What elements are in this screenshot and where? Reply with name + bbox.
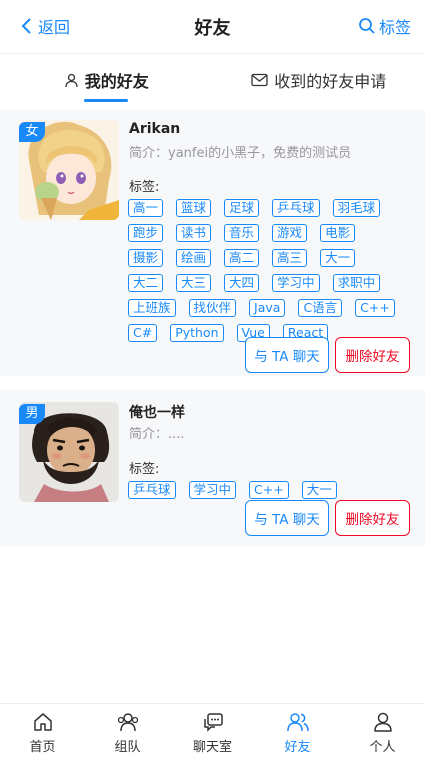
- tag: 大一: [320, 249, 356, 267]
- friend-name: Arikan: [129, 121, 181, 137]
- tag: 大一: [301, 481, 337, 499]
- tag: 高二: [224, 249, 260, 267]
- tag: 乒乓球: [272, 199, 320, 217]
- tag: 电影: [320, 224, 356, 242]
- tabbar-item-home[interactable]: 首页: [0, 704, 85, 761]
- tag: 羽毛球: [332, 199, 381, 217]
- tab-friend-requests[interactable]: 收到的好友申请: [213, 55, 425, 105]
- tabbar-item-profile[interactable]: 个人: [340, 704, 425, 761]
- gender-badge: 女: [19, 122, 45, 142]
- tag: 求职中: [332, 274, 381, 292]
- tag: 乒乓球: [128, 481, 176, 499]
- tag: 大二: [128, 274, 164, 292]
- tabbar-item-chat-room[interactable]: 聊天室: [170, 704, 255, 761]
- search-icon: [359, 18, 375, 34]
- card-divider: [0, 376, 425, 390]
- tag: C#: [128, 324, 158, 342]
- nav-bar: 返回 好友 标签: [0, 0, 425, 54]
- tag: C++: [355, 299, 395, 317]
- friend-bio: 简介：yanfei的小黑子，免费的测试员: [129, 146, 352, 161]
- delete-friend-button[interactable]: 删除好友: [335, 500, 410, 536]
- tag: Java: [249, 299, 286, 317]
- tag: 高三: [272, 249, 308, 267]
- tag-list: 高一 篮球 足球 乒乓球 羽毛球 跑步 读书 音乐 游戏 电影 摄影 绘画 高二…: [128, 199, 413, 349]
- team-icon: [117, 712, 138, 731]
- chat-button[interactable]: 与 TA 聊天: [245, 500, 329, 536]
- back-label: 返回: [38, 18, 71, 37]
- tabbar-label: 个人: [369, 739, 396, 755]
- tag-search-button[interactable]: 标签: [358, 14, 411, 38]
- tag: C++: [249, 481, 289, 499]
- tag: 游戏: [272, 224, 308, 242]
- tag: 大三: [176, 274, 212, 292]
- tabbar-label: 首页: [29, 739, 56, 755]
- tabbar-label: 组队: [114, 739, 141, 755]
- tag: 跑步: [128, 224, 164, 242]
- home-icon: [33, 712, 52, 731]
- tag: 学习中: [272, 274, 320, 292]
- tags-label: 标签:: [129, 462, 160, 477]
- bottom-tab-bar: 首页 组队 聊天室 好友 个人: [0, 703, 425, 761]
- friend-card[interactable]: 男 俺也一样 简介：.... 标签: 乒乓球 学习中 C++ 大一 与 TA 聊…: [0, 390, 425, 546]
- back-button[interactable]: 返回: [20, 14, 70, 38]
- chat-room-icon: [203, 712, 223, 732]
- delete-friend-button[interactable]: 删除好友: [335, 337, 410, 373]
- tag: 高一: [128, 199, 164, 217]
- friend-list: 女 Arikan 简介：yanfei的小黑子，免费的测试员 标签: 高一 篮球: [0, 110, 425, 546]
- tag: 学习中: [188, 481, 237, 499]
- tabs: 我的好友 收到的好友申请: [0, 55, 425, 105]
- tag: 足球: [224, 199, 260, 217]
- tag: 绘画: [176, 249, 212, 267]
- friends-icon: [286, 712, 309, 731]
- tab-label: 收到的好友申请: [274, 72, 387, 91]
- tabbar-label: 聊天室: [192, 739, 232, 755]
- friend-card[interactable]: 女 Arikan 简介：yanfei的小黑子，免费的测试员 标签: 高一 篮球: [0, 110, 425, 376]
- tag: 大四: [224, 274, 260, 292]
- tags-label: 标签:: [129, 180, 160, 195]
- tabbar-item-team[interactable]: 组队: [85, 704, 170, 761]
- tag: 摄影: [128, 249, 164, 267]
- tab-my-friends[interactable]: 我的好友: [0, 55, 213, 105]
- tag: 上班族: [128, 299, 176, 317]
- chevron-left-icon: [21, 18, 31, 34]
- tag-label: 标签: [378, 18, 411, 37]
- tag: 找伙伴: [188, 299, 237, 317]
- tab-label: 我的好友: [84, 72, 149, 91]
- chat-button[interactable]: 与 TA 聊天: [245, 337, 329, 373]
- tag: C语言: [298, 299, 343, 317]
- tag: 读书: [176, 224, 212, 242]
- gender-badge: 男: [19, 404, 45, 424]
- user-icon: [373, 712, 392, 732]
- user-icon: [65, 73, 78, 87]
- tag: Python: [170, 324, 224, 342]
- tag: 篮球: [176, 199, 212, 217]
- friend-name: 俺也一样: [129, 405, 185, 421]
- tabbar-item-friends[interactable]: 好友: [255, 704, 340, 761]
- friend-bio: 简介：....: [129, 427, 185, 442]
- mail-icon: [251, 73, 268, 87]
- tag: 音乐: [224, 224, 260, 242]
- tabbar-label: 好友: [284, 739, 311, 755]
